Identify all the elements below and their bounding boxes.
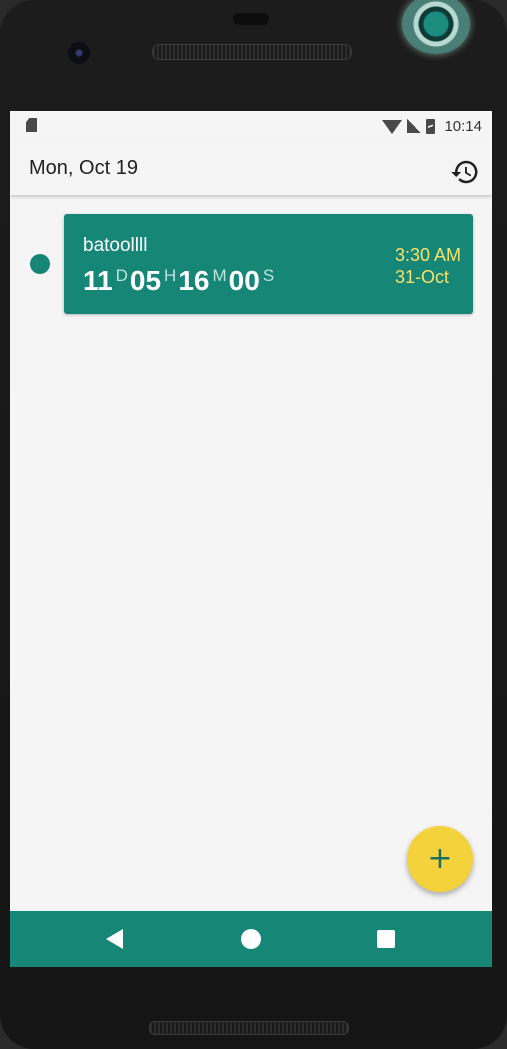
wifi-icon xyxy=(382,120,403,134)
countdown-minutes: 16 xyxy=(178,265,210,296)
battery-charging-icon xyxy=(426,118,436,134)
event-list: batoollll 11 D 05 H 16 M 00 S 3:30 AM 31… xyxy=(10,195,492,911)
event-card[interactable]: batoollll 11 D 05 H 16 M 00 S 3:30 AM 31… xyxy=(64,214,473,314)
countdown-minutes-unit: M xyxy=(212,266,227,285)
front-camera xyxy=(68,42,90,64)
home-icon[interactable] xyxy=(241,929,261,949)
countdown: 11 D 05 H 16 M 00 S xyxy=(83,264,276,298)
add-event-button[interactable]: + xyxy=(407,826,473,892)
status-right-group: 10:14 xyxy=(382,116,482,136)
top-speaker-grille xyxy=(152,44,352,60)
bottom-speaker-grille xyxy=(149,1021,349,1035)
event-datetime: 3:30 AM 31-Oct xyxy=(395,244,461,288)
back-icon[interactable] xyxy=(106,929,123,949)
countdown-seconds: 00 xyxy=(228,265,260,296)
page-title: Mon, Oct 19 xyxy=(29,157,138,179)
countdown-seconds-unit: S xyxy=(262,266,275,285)
countdown-days: 11 xyxy=(83,265,113,296)
screen: 10:14 Mon, Oct 19 batoollll 11 D 05 H 16… xyxy=(10,111,492,967)
sd-card-icon xyxy=(26,118,37,132)
history-icon[interactable] xyxy=(450,157,480,187)
status-bar: 10:14 xyxy=(10,111,492,139)
event-name: batoollll xyxy=(83,235,148,256)
sensor-icon xyxy=(402,0,470,54)
phone-frame: 10:14 Mon, Oct 19 batoollll 11 D 05 H 16… xyxy=(0,0,507,1049)
countdown-hours: 05 xyxy=(129,265,162,296)
app-bar: Mon, Oct 19 xyxy=(10,139,492,195)
status-time: 10:14 xyxy=(444,117,482,135)
earpiece-slot xyxy=(233,13,269,25)
plus-icon: + xyxy=(427,841,453,876)
signal-icon xyxy=(407,119,422,133)
countdown-days-unit: D xyxy=(115,266,128,285)
event-date: 31-Oct xyxy=(394,267,449,287)
countdown-hours-unit: H xyxy=(164,266,177,285)
timeline-dot xyxy=(30,254,50,274)
event-time: 3:30 AM xyxy=(394,245,461,265)
recents-icon[interactable] xyxy=(377,930,395,948)
navigation-bar xyxy=(10,911,492,967)
